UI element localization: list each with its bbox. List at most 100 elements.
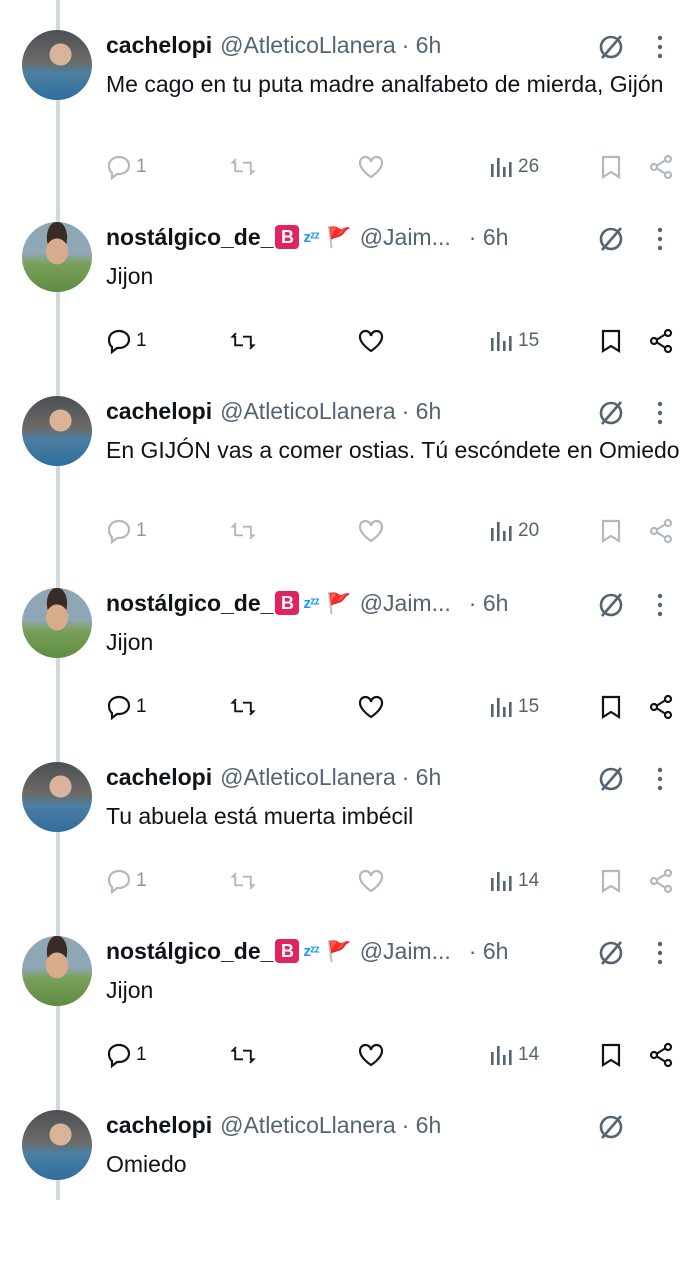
- timestamp[interactable]: · 6h: [469, 224, 509, 251]
- display-name[interactable]: cachelopi: [106, 764, 212, 791]
- display-name[interactable]: nostálgico_de_: [106, 224, 273, 251]
- bookmark-button[interactable]: [598, 1040, 624, 1070]
- like-button[interactable]: [358, 152, 384, 182]
- mute-icon[interactable]: [596, 398, 626, 428]
- mute-icon[interactable]: [596, 1112, 626, 1142]
- reply-icon: [107, 519, 131, 544]
- action-bar: 1 15: [0, 692, 698, 722]
- more-icon[interactable]: [652, 590, 668, 620]
- views-button[interactable]: 26: [488, 152, 539, 182]
- reply-button[interactable]: 1: [106, 1040, 147, 1070]
- username[interactable]: @AtleticoLlanera: [220, 398, 396, 425]
- mute-icon[interactable]: [596, 764, 626, 794]
- reply-button[interactable]: 1: [106, 692, 147, 722]
- display-name[interactable]: cachelopi: [106, 1112, 212, 1139]
- timestamp[interactable]: · 6h: [402, 32, 442, 59]
- username[interactable]: @AtleticoLlanera: [220, 1112, 396, 1139]
- display-name[interactable]: cachelopi: [106, 32, 212, 59]
- display-name[interactable]: nostálgico_de_: [106, 590, 273, 617]
- mute-icon[interactable]: [596, 224, 626, 254]
- bookmark-icon: [601, 695, 621, 719]
- avatar[interactable]: [22, 30, 92, 100]
- share-button[interactable]: [648, 692, 674, 722]
- tweet[interactable]: cachelopi @AtleticoLlanera · 6h En GIJÓN…: [0, 396, 698, 570]
- bookmark-button[interactable]: [598, 516, 624, 546]
- display-name[interactable]: cachelopi: [106, 398, 212, 425]
- avatar[interactable]: [22, 762, 92, 832]
- retweet-icon: [230, 522, 256, 540]
- tweet[interactable]: cachelopi @AtleticoLlanera · 6h Omiedo: [0, 1110, 698, 1284]
- views-button[interactable]: 14: [488, 1040, 539, 1070]
- bookmark-icon: [601, 519, 621, 543]
- more-icon[interactable]: [652, 938, 668, 968]
- bookmark-button[interactable]: [598, 326, 624, 356]
- like-button[interactable]: [358, 516, 384, 546]
- share-button[interactable]: [648, 152, 674, 182]
- share-button[interactable]: [648, 1040, 674, 1070]
- mute-icon[interactable]: [596, 590, 626, 620]
- retweet-button[interactable]: [230, 692, 256, 722]
- views-count: 14: [518, 870, 540, 891]
- share-button[interactable]: [648, 866, 674, 896]
- retweet-button[interactable]: [230, 866, 256, 896]
- bookmark-button[interactable]: [598, 866, 624, 896]
- views-button[interactable]: 15: [488, 326, 539, 356]
- avatar[interactable]: [22, 588, 92, 658]
- avatar[interactable]: [22, 222, 92, 292]
- share-button[interactable]: [648, 326, 674, 356]
- bookmark-icon: [601, 155, 621, 179]
- username[interactable]: @Jaim...: [360, 590, 451, 617]
- timestamp[interactable]: · 6h: [402, 764, 442, 791]
- reply-button[interactable]: 1: [106, 152, 147, 182]
- avatar[interactable]: [22, 1110, 92, 1180]
- reply-icon: [107, 1043, 131, 1068]
- tweet[interactable]: nostálgico_de_ B zᶻᶻ 🚩 @Jaim... · 6h Jij…: [0, 222, 698, 396]
- tweet-header: cachelopi @AtleticoLlanera · 6h: [106, 762, 441, 792]
- flag-emoji: 🚩: [326, 592, 352, 615]
- username[interactable]: @AtleticoLlanera: [220, 32, 396, 59]
- views-icon: [491, 522, 512, 541]
- username[interactable]: @Jaim...: [360, 224, 451, 251]
- flag-emoji: 🚩: [326, 940, 352, 963]
- retweet-button[interactable]: [230, 326, 256, 356]
- timestamp[interactable]: · 6h: [469, 590, 509, 617]
- tweet-text: Omiedo: [106, 1151, 187, 1177]
- views-button[interactable]: 14: [488, 866, 539, 896]
- avatar[interactable]: [22, 936, 92, 1006]
- reply-button[interactable]: 1: [106, 866, 147, 896]
- retweet-button[interactable]: [230, 516, 256, 546]
- mute-icon[interactable]: [596, 938, 626, 968]
- mute-icon[interactable]: [596, 32, 626, 62]
- like-button[interactable]: [358, 1040, 384, 1070]
- share-icon: [649, 518, 673, 544]
- more-icon[interactable]: [652, 224, 668, 254]
- reply-button[interactable]: 1: [106, 326, 147, 356]
- tweet[interactable]: cachelopi @AtleticoLlanera · 6h Tu abuel…: [0, 762, 698, 936]
- share-button[interactable]: [648, 516, 674, 546]
- bookmark-button[interactable]: [598, 692, 624, 722]
- tweet[interactable]: nostálgico_de_ B zᶻᶻ 🚩 @Jaim... · 6h Jij…: [0, 588, 698, 762]
- display-name[interactable]: nostálgico_de_: [106, 938, 273, 965]
- views-button[interactable]: 15: [488, 692, 539, 722]
- timestamp[interactable]: · 6h: [402, 398, 442, 425]
- like-button[interactable]: [358, 866, 384, 896]
- like-button[interactable]: [358, 692, 384, 722]
- tweet[interactable]: nostálgico_de_ B zᶻᶻ 🚩 @Jaim... · 6h Jij…: [0, 936, 698, 1110]
- more-icon[interactable]: [652, 764, 668, 794]
- views-count: 15: [518, 696, 540, 717]
- tweet-header: nostálgico_de_ B zᶻᶻ 🚩 @Jaim... · 6h: [106, 588, 508, 618]
- more-icon[interactable]: [652, 398, 668, 428]
- avatar[interactable]: [22, 396, 92, 466]
- username[interactable]: @AtleticoLlanera: [220, 764, 396, 791]
- more-icon[interactable]: [652, 32, 668, 62]
- timestamp[interactable]: · 6h: [402, 1112, 442, 1139]
- reply-button[interactable]: 1: [106, 516, 147, 546]
- retweet-button[interactable]: [230, 152, 256, 182]
- retweet-button[interactable]: [230, 1040, 256, 1070]
- tweet[interactable]: cachelopi @AtleticoLlanera · 6h Me cago …: [0, 30, 698, 204]
- timestamp[interactable]: · 6h: [469, 938, 509, 965]
- like-button[interactable]: [358, 326, 384, 356]
- bookmark-button[interactable]: [598, 152, 624, 182]
- username[interactable]: @Jaim...: [360, 938, 451, 965]
- views-button[interactable]: 20: [488, 516, 539, 546]
